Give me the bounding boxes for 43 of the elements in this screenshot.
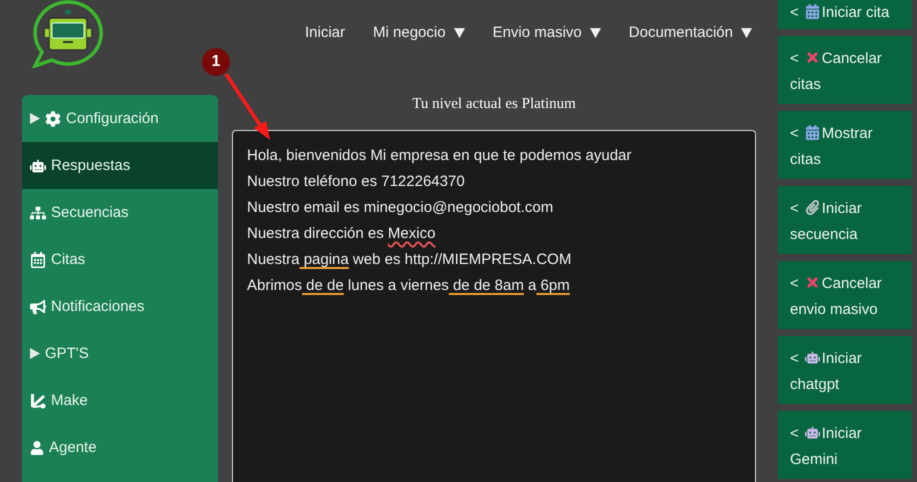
level-caption: Tu nivel actual es Platinum xyxy=(411,95,577,114)
sidebar-item[interactable]: Secuencias xyxy=(22,189,218,236)
message-line: Nuestro teléfono es 7122264370 xyxy=(247,172,466,192)
message-line: Hola, bienvenidos Mi empresa en que te podemos ayudar xyxy=(247,146,632,166)
user-icon xyxy=(30,440,44,454)
calendar-icon xyxy=(804,4,820,18)
action-button[interactable]: < Iniciar secuencia xyxy=(778,186,912,254)
action-button[interactable]: < Cancelar envio masivo xyxy=(778,261,912,329)
sidebar-item[interactable]: Make xyxy=(22,377,218,424)
sidebar-item[interactable]: GPT'S xyxy=(22,330,218,377)
message-line: Abrimos de de lunes a viernes de de 8am a 6pm xyxy=(247,276,571,296)
robot-icon xyxy=(804,424,820,440)
nav-link[interactable]: Envio masivo xyxy=(492,24,601,41)
cross-icon xyxy=(804,274,820,290)
calendar-icon xyxy=(804,124,820,140)
sidebar-item[interactable]: Notificaciones xyxy=(22,283,218,330)
gear-icon xyxy=(45,110,61,126)
message-editor[interactable] xyxy=(232,130,756,482)
step-badge: 1 xyxy=(202,48,230,76)
bullhorn-icon xyxy=(30,298,46,314)
make-icon xyxy=(30,392,46,408)
sidebar-item[interactable]: Agente xyxy=(22,424,218,471)
robot-icon xyxy=(804,350,820,364)
message-line: Nuestra dirección es Mexico xyxy=(247,224,436,244)
annotation-arrow xyxy=(224,72,272,142)
sidebar-item[interactable]: Citas xyxy=(22,236,218,283)
message-line: Nuestra pagina web es http://MIEMPRESA.COM xyxy=(247,250,572,270)
action-button[interactable]: < Iniciar Gemini xyxy=(778,411,912,479)
cross-icon xyxy=(804,50,820,64)
action-button[interactable]: < Mostrar citas xyxy=(778,111,912,179)
nav-link[interactable]: Documentación xyxy=(628,24,752,41)
sidebar-item[interactable]: Configuración xyxy=(22,95,218,142)
sitemap-icon xyxy=(30,204,46,220)
calendar-icon xyxy=(30,252,46,268)
sidebar-item[interactable]: Respuestas xyxy=(22,142,218,189)
nav-link[interactable]: Mi negocio xyxy=(373,24,465,41)
message-line: Nuestro email es minegocio@negociobot.com xyxy=(247,198,554,218)
action-button[interactable]: < Iniciar cita xyxy=(778,0,912,29)
nav-link[interactable]: Iniciar xyxy=(305,24,346,41)
action-button[interactable]: < Iniciar chatgpt xyxy=(778,336,912,404)
robot-icon xyxy=(30,158,46,174)
paperclip-icon xyxy=(804,200,820,214)
action-button[interactable]: < Cancelar citas xyxy=(778,36,912,104)
